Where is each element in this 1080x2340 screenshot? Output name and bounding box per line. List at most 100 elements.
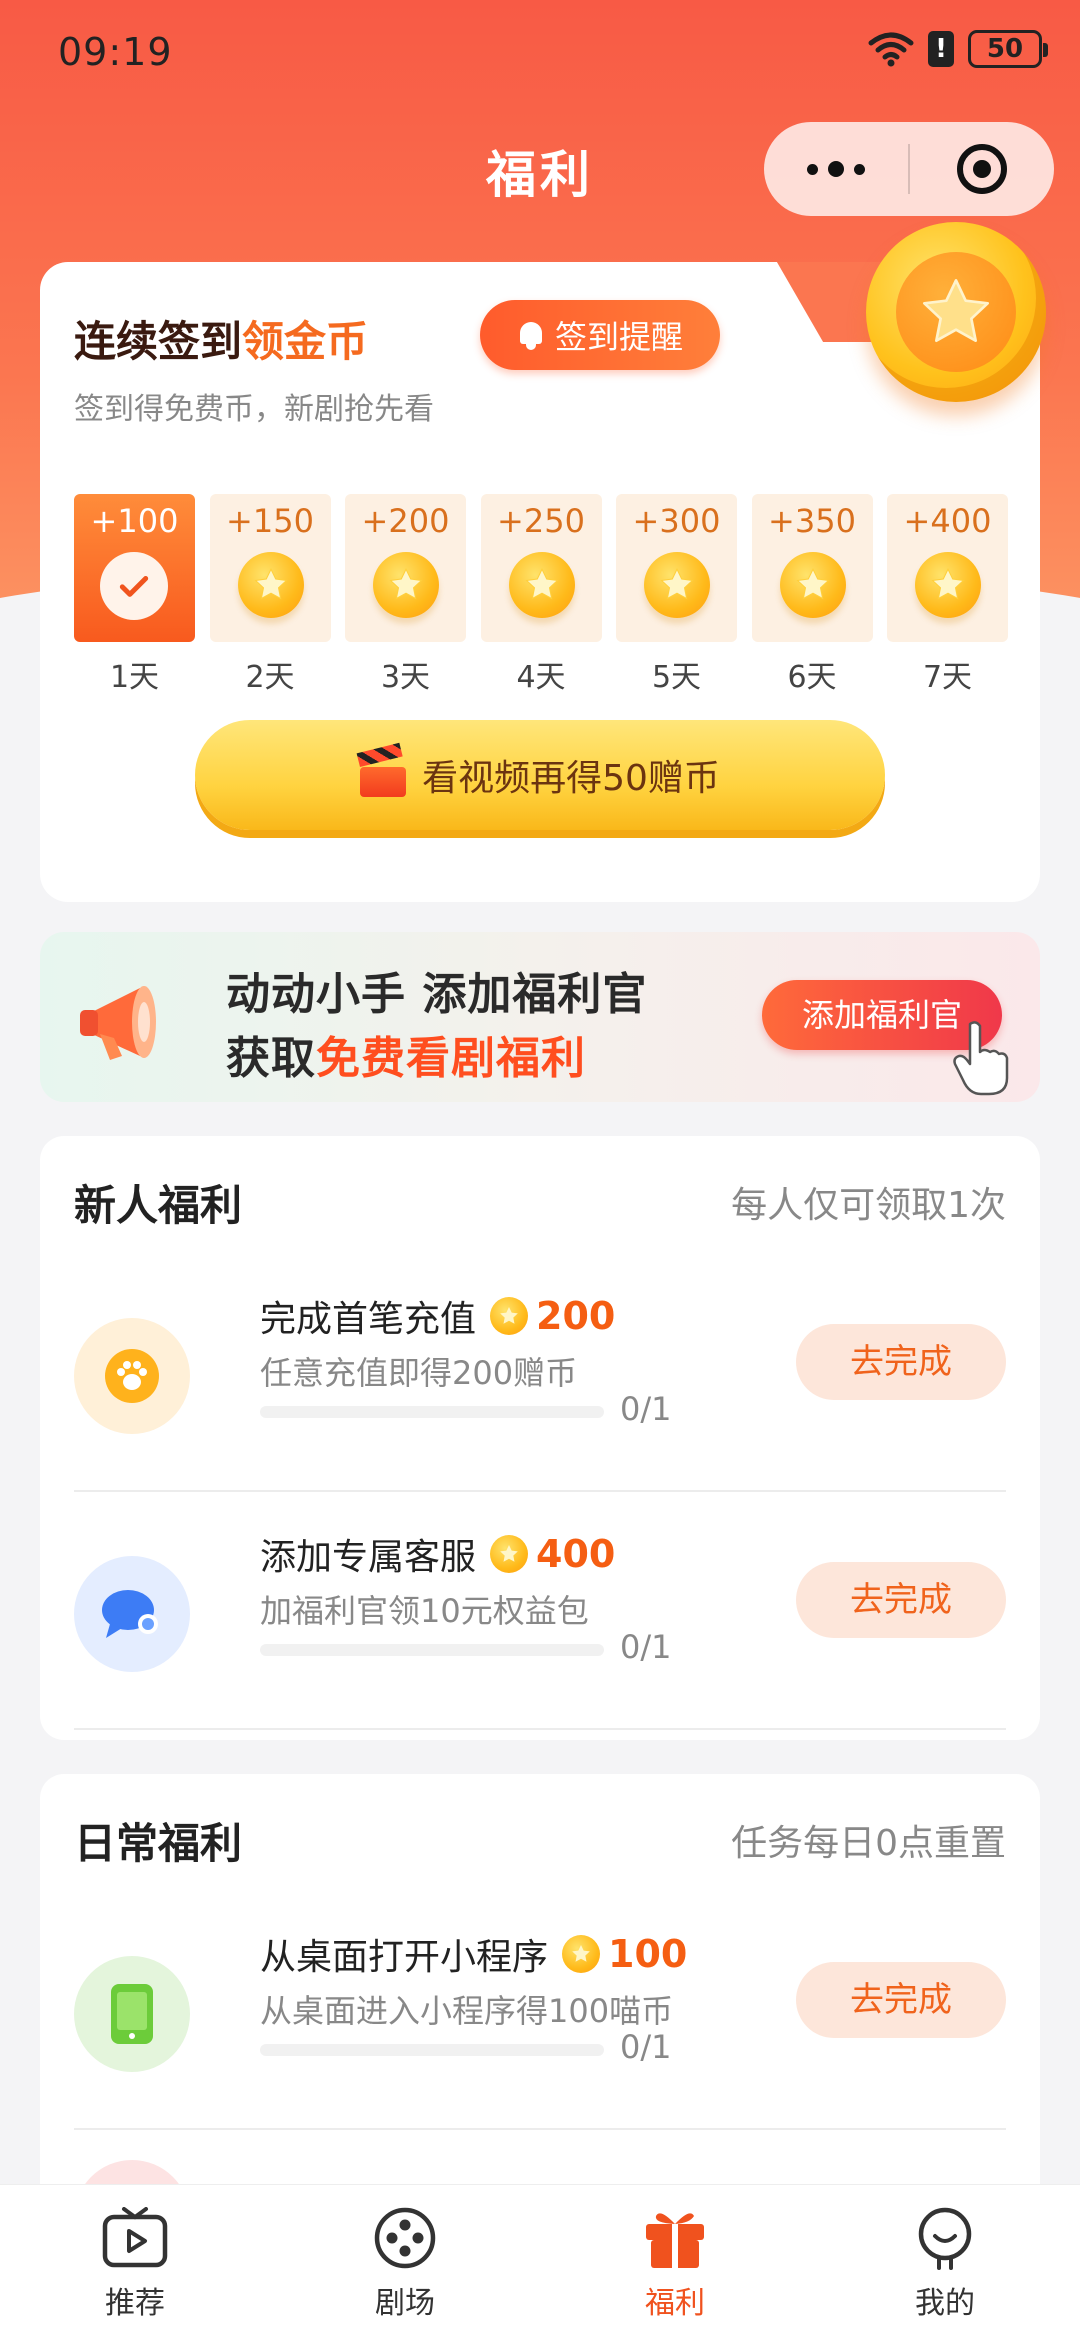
tab-label: 我的 [915,2285,975,2321]
banner-line1: 动动小手 添加福利官 [226,969,648,1020]
megaphone-icon [80,986,156,1060]
bell-icon [517,320,545,350]
task-complete-button[interactable]: 去完成 [796,1324,1006,1400]
star-coin-icon [508,552,575,618]
signin-day-2[interactable]: +150 2天 [209,494,331,696]
signin-title: 连续签到领金币 [74,308,368,369]
day-label: 3天 [380,660,431,695]
task-description: 加福利官领10元权益包 [260,1592,589,1630]
task-description: 从桌面进入小程序得100喵币 [260,1992,674,2030]
day-label: 1天 [109,660,160,695]
day-reward: +100 [90,502,179,540]
section-note: 每人仅可领取1次 [731,1185,1006,1226]
battery-icon: 50 [968,30,1048,68]
tab-label: 剧场 [375,2285,435,2321]
check-icon [100,552,168,620]
task-progress-bar [260,2044,604,2056]
task-title: 从桌面打开小程序 [260,1937,549,1978]
day-label: 4天 [516,660,566,695]
day-reward: +150 [226,502,314,540]
newbie-welfare-section: 新人福利 每人仅可领取1次 完成首笔充值 200 任意充值即得200赠币 0/1… [40,1136,1040,1740]
close-button[interactable] [910,122,1054,216]
clapperboard-icon [356,742,408,797]
task-complete-button[interactable]: 去完成 [796,1962,1006,2038]
task-progress-bar [260,1644,604,1656]
task-name: 从桌面打开小程序 100 [260,1928,687,1980]
pointing-hand-icon [953,1021,1009,1096]
tab-theater[interactable]: 剧场 [305,2204,505,2322]
signin-remind-button[interactable]: 签到提醒 [480,300,720,370]
star-coin-icon [915,552,981,618]
star-coin-icon [237,552,304,618]
day-label: 6天 [787,660,837,695]
task-item: 完成首笔充值 200 任意充值即得200赠币 0/1 去完成 [74,1256,1006,1492]
signin-title-highlight: 领金币 [242,317,369,366]
task-name: 完成首笔充值 200 [260,1290,615,1342]
signin-card: 连续签到领金币 签到提醒 签到得免费币，新剧抢先看 +100 1天 +150 2… [40,222,1046,902]
section-title: 新人福利 [74,1181,243,1230]
tab-mine[interactable]: 我的 [845,2204,1045,2322]
section-note: 任务每日0点重置 [731,1823,1006,1864]
star-coin-icon [779,552,846,618]
task-item: 从桌面打开小程序 100 从桌面进入小程序得100喵币 0/1 去完成 [74,1894,1006,2130]
phone-icon [74,1956,190,2072]
day-label: 2天 [245,660,295,695]
task-name: 添加专属客服 400 [260,1528,615,1580]
day-label: 5天 [651,660,702,695]
signin-day-6[interactable]: +350 6天 [751,494,873,696]
tab-welfare[interactable]: 福利 [575,2204,775,2322]
day-reward: +200 [361,502,450,540]
signin-day-7[interactable]: +400 7天 [887,494,1008,696]
signin-days: +100 1天 +150 2天 +200 3天 +250 4天 +300 5天 … [74,494,1008,696]
section-title: 日常福利 [74,1819,243,1868]
task-progress: 0/1 [620,1390,672,1428]
more-button[interactable] [764,122,908,216]
signin-day-1[interactable]: +100 1天 [74,494,195,696]
day-reward: +350 [768,502,856,540]
status-time: 09:19 [58,30,173,74]
close-circle-icon [956,144,1007,194]
signin-day-3[interactable]: +200 3天 [345,494,466,696]
profile-icon [911,2204,979,2272]
day-reward: +400 [903,502,992,540]
daily-welfare-section: 日常福利 任务每日0点重置 从桌面打开小程序 100 从桌面进入小程序得100喵… [40,1774,1040,2276]
signin-subtitle: 签到得免费币，新剧抢先看 [74,392,434,427]
tab-recommend[interactable]: 推荐 [35,2204,235,2322]
alert-icon: ! [928,31,954,67]
gold-coin-icon [866,222,1046,402]
gift-icon [641,2204,709,2272]
task-item: 添加专属客服 400 加福利官领10元权益包 0/1 去完成 [74,1494,1006,1730]
task-title: 添加专属客服 [260,1537,477,1578]
coin-icon [490,1535,529,1573]
paw-icon [74,1318,190,1434]
task-description: 任意充值即得200赠币 [260,1354,578,1392]
add-officer-banner[interactable]: 动动小手 添加福利官 获取免费看剧福利 添加福利官 [40,932,1040,1102]
film-reel-icon [371,2204,439,2272]
signin-day-4[interactable]: +250 4天 [480,494,602,696]
task-reward: 100 [608,1932,688,1976]
star-coin-icon [373,552,439,618]
tv-icon [101,2204,169,2272]
task-complete-button[interactable]: 去完成 [796,1562,1006,1638]
chat-icon [74,1556,190,1672]
signin-day-5[interactable]: +300 5天 [616,494,737,696]
signin-remind-label: 签到提醒 [554,318,683,356]
tab-label: 推荐 [105,2285,165,2321]
banner-line2-prefix: 获取 [226,1033,316,1084]
banner-line2-highlight: 免费看剧福利 [316,1033,586,1084]
day-reward: +300 [632,502,721,540]
coin-icon [562,1935,601,1973]
coin-icon [490,1297,529,1335]
task-progress-bar [260,1406,604,1418]
signin-title-prefix: 连续签到 [74,317,243,366]
status-bar: 09:19 ! 50 [0,0,1080,110]
wifi-icon [868,32,914,67]
day-reward: +250 [497,502,585,540]
day-label: 7天 [922,660,973,695]
task-progress: 0/1 [620,1628,672,1666]
task-reward: 200 [536,1294,616,1338]
task-title: 完成首笔充值 [260,1299,477,1340]
watch-video-button[interactable]: 看视频再得50赠币 [195,720,885,830]
miniprogram-capsule [764,122,1054,216]
watch-video-label: 看视频再得50赠币 [422,758,720,799]
